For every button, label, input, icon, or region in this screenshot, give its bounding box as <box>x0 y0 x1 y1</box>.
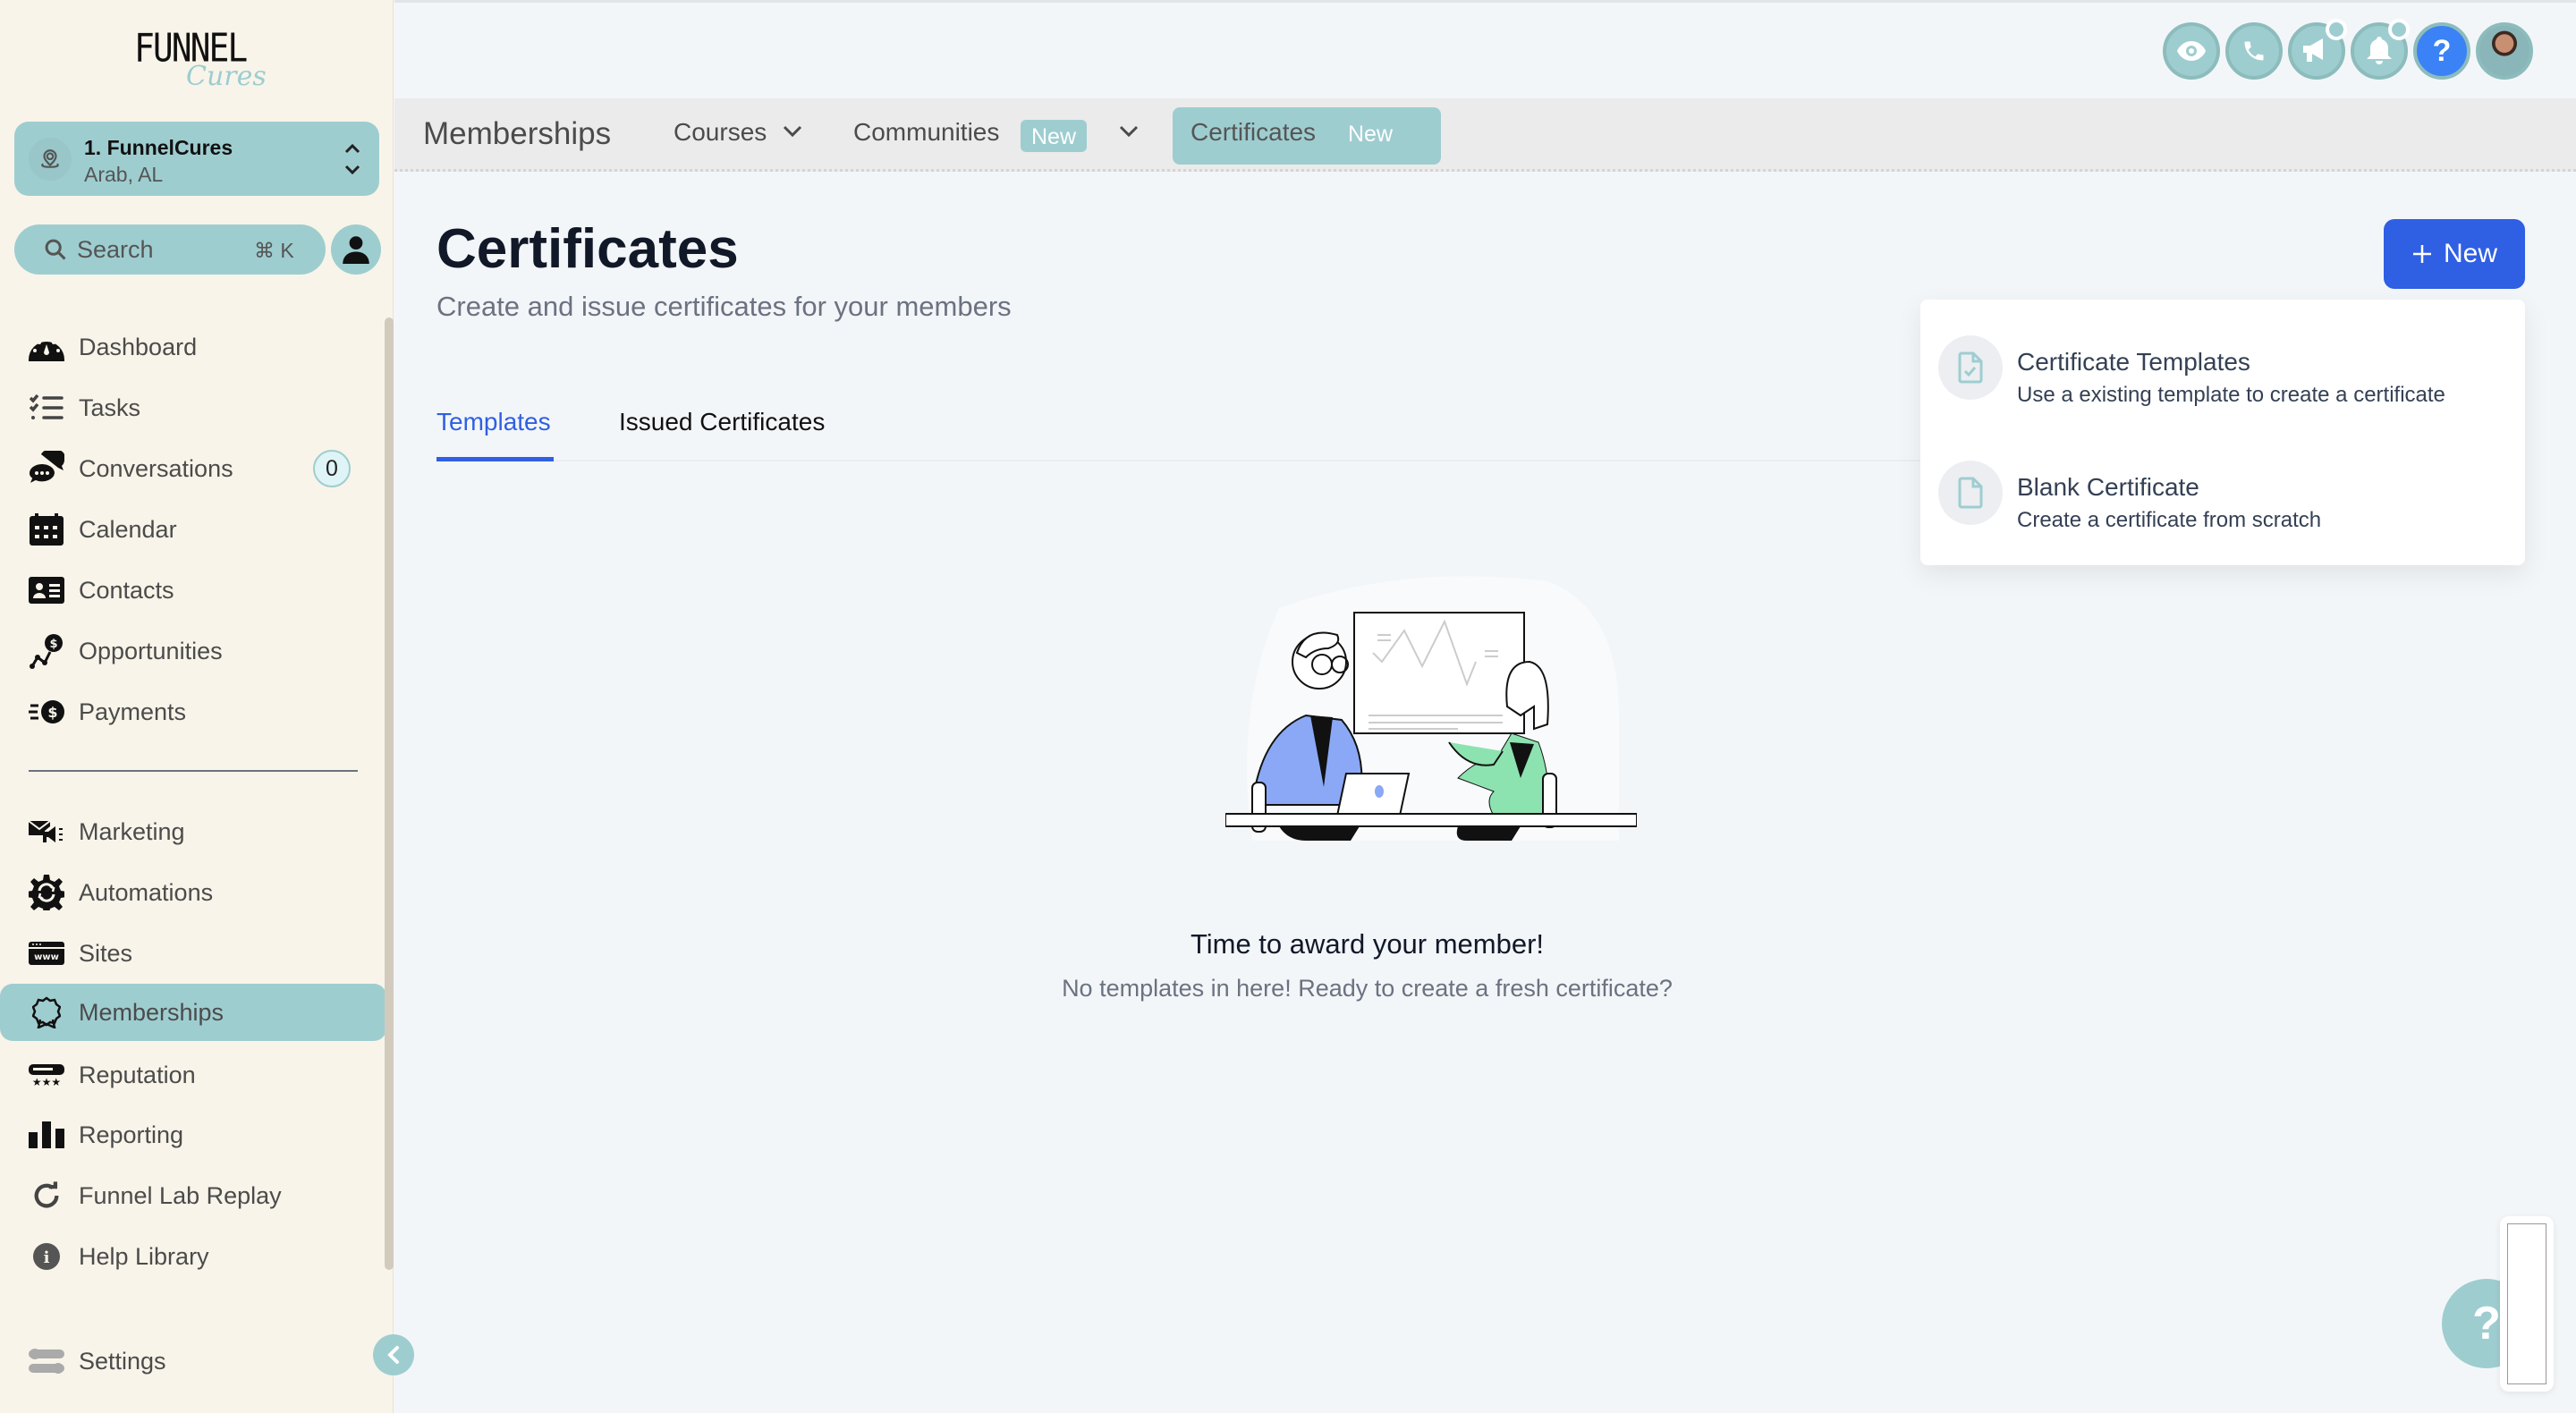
automation-gear-icon <box>29 875 64 910</box>
new-certificate-menu: Certificate Templates Use a existing tem… <box>1920 300 2525 565</box>
dashboard-gauge-icon <box>29 329 64 365</box>
page-title: Certificates <box>436 218 739 280</box>
sidebar-item-reporting[interactable]: Reporting <box>0 1106 386 1163</box>
chat-bubbles-icon <box>29 451 64 487</box>
plus-icon <box>2412 245 2431 263</box>
chevron-up-down-icon <box>344 143 360 175</box>
search-placeholder: Search <box>77 236 154 263</box>
sidebar-item-automations[interactable]: Automations <box>0 864 386 921</box>
location-city: Arab, AL <box>84 163 164 186</box>
chevron-left-icon <box>387 1346 399 1364</box>
marketing-megaphone-icon <box>29 814 64 850</box>
menu-item-certificate-templates[interactable]: Certificate Templates Use a existing tem… <box>1920 309 2525 416</box>
replay-icon <box>29 1178 64 1214</box>
sidebar-item-opportunities[interactable]: $ Opportunities <box>0 622 386 680</box>
subnav-title: Memberships <box>423 116 612 151</box>
conversations-count-badge: 0 <box>313 450 351 487</box>
bar-chart-icon <box>29 1117 64 1153</box>
sidebar-item-marketing[interactable]: Marketing <box>0 803 386 860</box>
location-name: 1. FunnelCures <box>84 136 233 159</box>
memberships-subnav: Memberships Courses Communities New Cert… <box>394 98 2576 172</box>
phone-icon <box>2244 41 2264 61</box>
empty-state-subtitle: No templates in here! Ready to create a … <box>1062 975 1673 1002</box>
new-certificate-button[interactable]: New <box>2384 219 2525 289</box>
location-pin-icon <box>29 138 72 181</box>
svg-text:$: $ <box>49 638 57 651</box>
user-icon <box>343 236 369 264</box>
page-subtitle: Create and issue certificates for your m… <box>436 291 1012 322</box>
notification-dot <box>2388 19 2410 40</box>
brand-logo[interactable]: FUNNEL Cures <box>134 25 268 92</box>
search-input[interactable]: Search ⌘ K <box>14 224 326 275</box>
empty-state-title: Time to award your member! <box>1190 928 1545 960</box>
subnav-communities[interactable]: Communities <box>853 118 999 147</box>
notifications-button[interactable] <box>2351 19 2410 80</box>
floating-widget-panel[interactable] <box>2500 1216 2554 1392</box>
subnav-certificates[interactable]: Certificates New <box>1173 107 1441 165</box>
svg-text:i: i <box>44 1248 50 1267</box>
profile-button[interactable] <box>331 224 381 275</box>
help-button[interactable]: ? <box>2413 22 2470 80</box>
settings-toggles-icon <box>29 1343 64 1379</box>
calendar-icon <box>29 512 64 547</box>
payments-icon: $ <box>29 694 64 730</box>
sidebar-item-reputation[interactable]: ★★★ Reputation <box>0 1046 386 1104</box>
sidebar-divider <box>29 770 358 772</box>
search-icon <box>45 239 66 260</box>
search-shortcut: ⌘ K <box>254 239 294 262</box>
tab-issued-certificates[interactable]: Issued Certificates <box>619 408 825 436</box>
question-mark-icon: ? <box>2432 33 2452 68</box>
megaphone-icon <box>2303 38 2323 62</box>
menu-item-blank-certificate[interactable]: Blank Certificate Create a certificate f… <box>1920 434 2525 541</box>
info-icon: i <box>29 1239 64 1274</box>
preview-button[interactable] <box>2163 22 2220 80</box>
widget-frame <box>2507 1223 2546 1384</box>
notification-dot <box>2326 19 2347 40</box>
certificates-new-badge: New <box>1348 122 1394 147</box>
sidebar-item-dashboard[interactable]: Dashboard <box>0 318 386 376</box>
phone-button[interactable] <box>2225 22 2283 80</box>
opportunities-icon: $ <box>29 633 64 669</box>
reputation-stars-icon: ★★★ <box>29 1057 64 1093</box>
empty-state-illustration <box>1225 576 1637 841</box>
sidebar-item-payments[interactable]: $ Payments <box>0 683 386 740</box>
user-avatar[interactable] <box>2476 22 2533 80</box>
contact-card-icon <box>29 572 64 608</box>
location-switcher[interactable]: 1. FunnelCures Arab, AL <box>14 122 379 196</box>
sidebar-item-calendar[interactable]: Calendar <box>0 501 386 558</box>
header-actions: ? <box>2163 19 2533 80</box>
active-tab-indicator <box>436 457 554 461</box>
question-mark-icon: ? <box>2472 1298 2501 1350</box>
subnav-courses[interactable]: Courses <box>674 118 767 147</box>
eye-icon <box>2177 41 2206 61</box>
sidebar-item-tasks[interactable]: Tasks <box>0 379 386 436</box>
sidebar-item-conversations[interactable]: Conversations 0 <box>0 440 386 497</box>
svg-text:★★★: ★★★ <box>32 1076 61 1086</box>
tab-templates[interactable]: Templates <box>436 408 551 436</box>
top-header: ? <box>394 0 2576 98</box>
chevron-down-icon[interactable] <box>1119 125 1139 138</box>
communities-new-badge: New <box>1021 120 1088 152</box>
svg-text:$: $ <box>47 704 57 721</box>
sidebar-item-help-library[interactable]: i Help Library <box>0 1228 386 1285</box>
sidebar-item-contacts[interactable]: Contacts <box>0 562 386 619</box>
sidebar-scrollbar[interactable] <box>385 317 394 1270</box>
collapse-sidebar-button[interactable] <box>373 1334 414 1375</box>
sidebar-item-funnel-lab-replay[interactable]: Funnel Lab Replay <box>0 1167 386 1224</box>
task-list-icon <box>29 390 64 426</box>
bell-icon <box>2367 37 2392 64</box>
announcements-button[interactable] <box>2288 19 2347 80</box>
sidebar: FUNNEL Cures 1. FunnelCures Arab, AL Sea… <box>0 0 394 1413</box>
chevron-down-icon[interactable] <box>783 125 802 138</box>
file-blank-icon <box>1938 461 2003 525</box>
file-check-icon <box>1938 335 2003 400</box>
sidebar-item-settings[interactable]: Settings <box>0 1333 386 1390</box>
